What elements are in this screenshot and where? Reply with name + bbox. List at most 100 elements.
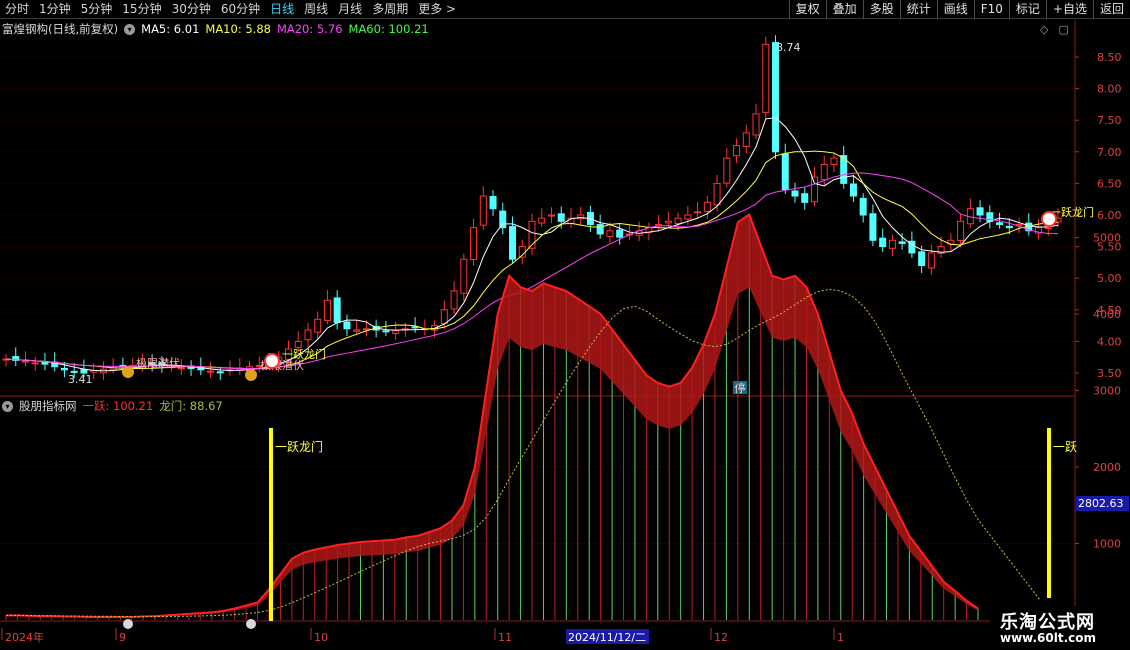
ytick-label-sub: 2000	[1093, 461, 1121, 474]
leap-marker-bar	[269, 428, 273, 621]
candle	[460, 258, 468, 294]
watermark-url: www.60lt.com	[1000, 631, 1097, 645]
xtick-label: 11	[498, 631, 512, 644]
candle	[762, 43, 770, 113]
ytick-label-main: 7.50	[1097, 114, 1122, 127]
candle	[752, 113, 760, 136]
indicator-title: 股朋指标网	[19, 399, 77, 413]
candle	[470, 227, 478, 260]
ytick-label-main: 3.50	[1097, 367, 1122, 380]
candle	[976, 207, 984, 216]
diamond-icon[interactable]: ◇	[1040, 23, 1048, 36]
xtick-label: 12	[714, 631, 728, 644]
stop-badge: 停	[735, 381, 746, 395]
signal-label-leap: 一跃龙门	[282, 347, 326, 361]
candle	[411, 326, 419, 329]
candle	[509, 226, 517, 260]
candle	[294, 340, 302, 348]
ytick-label-main: 5.00	[1097, 272, 1122, 285]
leap-marker-bar	[1047, 428, 1051, 598]
corner-icons: ◇ ▢	[1040, 23, 1069, 36]
leap-marker-label: 一跃	[1053, 440, 1077, 454]
candle	[684, 214, 692, 220]
candle	[1005, 225, 1013, 229]
current-value-label: 2802.63	[1078, 497, 1124, 510]
candle	[898, 241, 906, 244]
ma10-label: MA10: 5.88	[205, 22, 271, 36]
candle	[616, 229, 624, 238]
candle	[489, 195, 497, 210]
candle	[60, 367, 68, 371]
candle	[957, 220, 965, 242]
indicator-band	[6, 214, 978, 618]
signal-plus-icon	[264, 353, 280, 369]
candle	[694, 211, 702, 214]
candle	[742, 132, 750, 147]
money-bag-icon	[123, 619, 133, 629]
money-bag-icon	[122, 366, 134, 378]
candle	[343, 321, 351, 330]
candle	[664, 220, 672, 224]
chart-canvas[interactable]: 8.508.007.507.006.506.005.505.004.504.00…	[0, 0, 1130, 650]
ytick-label-main: 7.00	[1097, 146, 1122, 159]
candle	[810, 176, 818, 203]
candle	[703, 201, 711, 213]
xtick-label: 10	[314, 631, 328, 644]
candle	[918, 251, 926, 267]
stock-title: 富煌钢构(日线,前复权)	[2, 22, 119, 36]
candle	[869, 213, 877, 241]
candle	[499, 210, 507, 229]
ytick-label-sub: 4000	[1093, 308, 1121, 321]
ma5-label: MA5: 6.01	[141, 22, 200, 36]
candle	[927, 252, 935, 269]
ytick-label-sub: 3000	[1093, 385, 1121, 398]
ma20-label: MA20: 5.76	[276, 22, 343, 36]
candle	[606, 230, 614, 237]
indicator-line1-label: 一跃: 100.21	[82, 399, 154, 413]
candle	[323, 299, 331, 321]
indicator-line2-label: 龙门: 88.67	[159, 399, 223, 413]
candle	[723, 157, 731, 184]
candle	[557, 213, 565, 222]
candle	[353, 329, 361, 332]
candle	[479, 195, 487, 226]
xtick-label: 9	[119, 631, 126, 644]
candle	[333, 297, 341, 323]
candle	[450, 290, 458, 310]
candle	[440, 309, 448, 324]
candle	[547, 214, 555, 217]
ma60-label: MA60: 100.21	[348, 22, 429, 36]
signal-plus-icon	[1041, 211, 1057, 227]
candle	[733, 144, 741, 157]
candle	[996, 222, 1004, 225]
candle	[772, 42, 780, 153]
ytick-label-sub: 1000	[1093, 538, 1121, 551]
ytick-label-main: 6.50	[1097, 177, 1122, 190]
candle	[382, 330, 390, 333]
money-bag-icon	[245, 369, 257, 381]
ytick-label-main: 8.50	[1097, 51, 1122, 64]
candle	[21, 360, 29, 363]
ytick-label-main: 6.00	[1097, 209, 1122, 222]
settings-icon[interactable]: ▾	[124, 23, 136, 35]
sub-chart-header: ▾ 股朋指标网 一跃: 100.21 龙门: 88.67	[2, 398, 229, 414]
candle	[31, 362, 39, 365]
settings-icon[interactable]: ▾	[2, 400, 13, 412]
main-chart-header: 富煌钢构(日线,前复权) ▾ MA5: 6.01 MA10: 5.88 MA20…	[2, 20, 435, 38]
window-icon[interactable]: ▢	[1058, 23, 1068, 36]
ytick-label-sub: 5000	[1093, 232, 1121, 245]
candle	[304, 329, 312, 341]
cursor-date-label: 2024/11/12/二	[568, 631, 646, 644]
ytick-label-main: 4.00	[1097, 335, 1122, 348]
candle	[879, 237, 887, 248]
candle	[538, 217, 546, 224]
money-bag-icon	[246, 619, 256, 629]
indicator-line1	[6, 213, 979, 618]
candle	[713, 182, 721, 206]
candle	[830, 157, 838, 165]
candle	[820, 163, 828, 181]
candle	[216, 371, 224, 374]
ytick-label-main: 8.00	[1097, 83, 1122, 96]
candle	[791, 190, 799, 197]
candle	[392, 330, 400, 335]
